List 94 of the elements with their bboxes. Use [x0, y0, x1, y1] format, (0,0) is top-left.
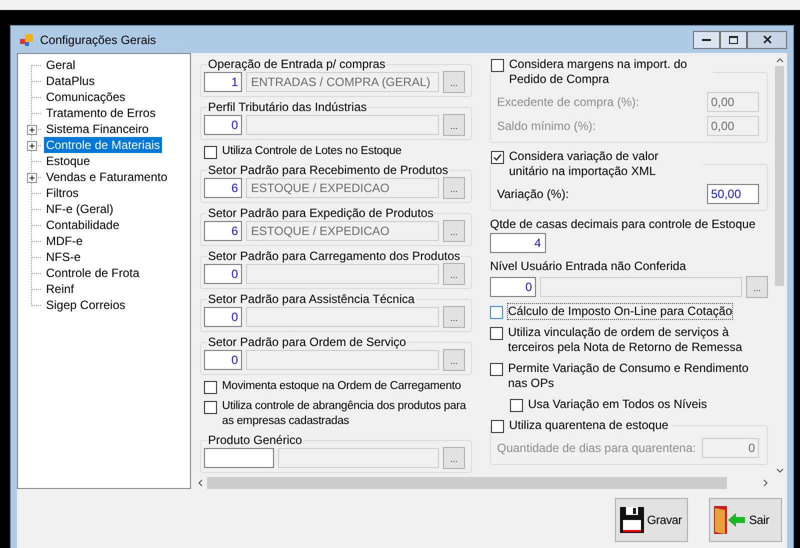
- tree-item[interactable]: Sistema Financeiro: [44, 121, 151, 137]
- number-field[interactable]: 50,00: [707, 184, 759, 204]
- tree-item[interactable]: Controle de Frota: [44, 265, 142, 281]
- checkbox-label: Movimenta estoque na Ordem de Carregamento: [222, 379, 461, 394]
- tree-item[interactable]: Comunicações: [44, 89, 128, 105]
- code-field[interactable]: 0: [204, 264, 242, 284]
- number-field[interactable]: 4: [490, 233, 546, 253]
- expand-icon[interactable]: [26, 140, 36, 150]
- tree-item[interactable]: Reinf: [44, 281, 76, 297]
- number-field[interactable]: 0: [702, 438, 759, 458]
- checkbox[interactable]: [204, 381, 217, 394]
- tree-item[interactable]: DataPlus: [44, 73, 97, 89]
- checkbox-label: Utiliza controle de abrangência dos produtos para as empresas cadastradas: [222, 399, 468, 429]
- code-field[interactable]: [204, 448, 274, 468]
- checkbox[interactable]: [490, 306, 503, 319]
- browse-button[interactable]: ...: [443, 177, 465, 199]
- checkbox-label: Considera margens na import. do Pedido de Compra: [509, 57, 688, 87]
- door-exit-icon: [713, 505, 747, 535]
- checkbox-label: Permite Variação de Consumo e Rendimento nas OPs: [508, 361, 750, 391]
- tree-item[interactable]: MDF-e: [44, 233, 85, 249]
- checkbox[interactable]: [204, 146, 217, 159]
- checkbox-label: Utiliza Controle de Lotes no Estoque: [222, 144, 402, 159]
- browse-button[interactable]: ...: [443, 263, 465, 285]
- field-label: Quantidade de dias para quarentena:: [497, 440, 696, 454]
- browse-button[interactable]: ...: [443, 349, 465, 371]
- field-label: Excedente de compra (%):: [497, 94, 640, 108]
- maximize-icon: [729, 36, 738, 44]
- description-field: ENTRADAS / COMPRA (GERAL): [246, 72, 439, 92]
- browse-button[interactable]: ...: [443, 447, 465, 469]
- field-label: Saldo mínimo (%):: [497, 118, 596, 132]
- browse-button[interactable]: ...: [746, 276, 768, 298]
- tree-item[interactable]: Tratamento de Erros: [44, 105, 158, 121]
- expand-icon[interactable]: [26, 124, 36, 134]
- checkbox-label: Considera variação de valor unitário na importação XML: [509, 149, 660, 179]
- field-label: Produto Genérico: [207, 433, 304, 447]
- field-label: Operação de Entrada p/ compras: [207, 57, 386, 71]
- field-label: Setor Padrão para Ordem de Serviço: [207, 335, 408, 349]
- tree-item[interactable]: Geral: [44, 57, 78, 73]
- maximize-button[interactable]: [720, 30, 747, 48]
- code-field[interactable]: 1: [204, 72, 242, 92]
- scroll-right-icon[interactable]: [763, 479, 768, 487]
- browse-button[interactable]: ...: [443, 114, 465, 136]
- field-label: Qtde de casas decimais para controle de Estoque: [490, 217, 756, 231]
- code-field[interactable]: 0: [490, 277, 536, 297]
- tree-item[interactable]: Sigep Correios: [44, 297, 128, 313]
- tree-item[interactable]: Controle de Materiais: [44, 137, 162, 153]
- description-field: ESTOQUE / EXPEDICAO: [246, 221, 439, 241]
- code-field[interactable]: 0: [204, 115, 242, 135]
- tree-item[interactable]: NF-e (Geral): [44, 201, 116, 217]
- minimize-icon: [702, 38, 711, 42]
- number-field[interactable]: 0,00: [707, 92, 759, 112]
- description-field: ESTOQUE / EXPEDICAO: [246, 178, 439, 198]
- save-button[interactable]: Gravar: [615, 498, 688, 542]
- code-field[interactable]: 0: [204, 307, 242, 327]
- checkbox[interactable]: [490, 363, 503, 376]
- tree-item[interactable]: Estoque: [44, 153, 92, 169]
- checkbox-label: Utiliza quarentena de estoque: [509, 418, 668, 433]
- checkbox[interactable]: [491, 59, 504, 72]
- scroll-down-icon[interactable]: [776, 468, 784, 473]
- checkbox-label: Usa Variação em Todos os Níveis: [528, 397, 707, 412]
- minimize-button[interactable]: [693, 30, 720, 48]
- code-field[interactable]: 0: [204, 350, 242, 370]
- code-field[interactable]: 6: [204, 178, 242, 198]
- tree-item[interactable]: Filtros: [44, 185, 81, 201]
- close-button[interactable]: [747, 30, 787, 48]
- checkbox-label: Cálculo de Imposto On-Line para Cotação: [508, 304, 732, 319]
- scroll-up-icon[interactable]: [776, 58, 784, 63]
- field-label: Nível Usuário Entrada não Conferida: [490, 259, 688, 273]
- number-field[interactable]: 0,00: [707, 116, 759, 136]
- tree-item[interactable]: Vendas e Faturamento: [44, 169, 170, 185]
- browse-button[interactable]: ...: [443, 71, 465, 93]
- tree-item[interactable]: NFS-e: [44, 249, 83, 265]
- field-label: Variação (%):: [497, 186, 569, 200]
- checkbox-label: Utiliza vinculação de ordem de serviços à terceiros pela Nota de Retorno de Remessa: [508, 325, 744, 355]
- checkbox[interactable]: [490, 327, 503, 340]
- app-icon: [20, 34, 34, 46]
- close-icon: [762, 35, 772, 44]
- tree-item[interactable]: Contabilidade: [44, 217, 122, 233]
- checkbox[interactable]: [491, 151, 504, 164]
- field-label: Setor Padrão para Carregamento dos Produtos: [207, 249, 462, 263]
- field-label: Setor Padrão para Recebimento de Produtos: [207, 163, 450, 177]
- window-title: Configurações Gerais: [40, 32, 158, 46]
- checkbox[interactable]: [204, 401, 217, 414]
- exit-button[interactable]: Sair: [709, 498, 782, 542]
- browse-button[interactable]: ...: [443, 220, 465, 242]
- field-label: Setor Padrão para Assistência Técnica: [207, 292, 416, 306]
- code-field[interactable]: 6: [204, 221, 242, 241]
- field-label: Perfil Tributário das Indústrias: [207, 100, 368, 114]
- field-label: Setor Padrão para Expedição de Produtos: [207, 206, 434, 220]
- expand-icon[interactable]: [26, 172, 36, 182]
- checkbox[interactable]: [491, 420, 504, 433]
- browse-button[interactable]: ...: [443, 306, 465, 328]
- scroll-left-icon[interactable]: [198, 479, 203, 487]
- checkbox[interactable]: [510, 399, 523, 412]
